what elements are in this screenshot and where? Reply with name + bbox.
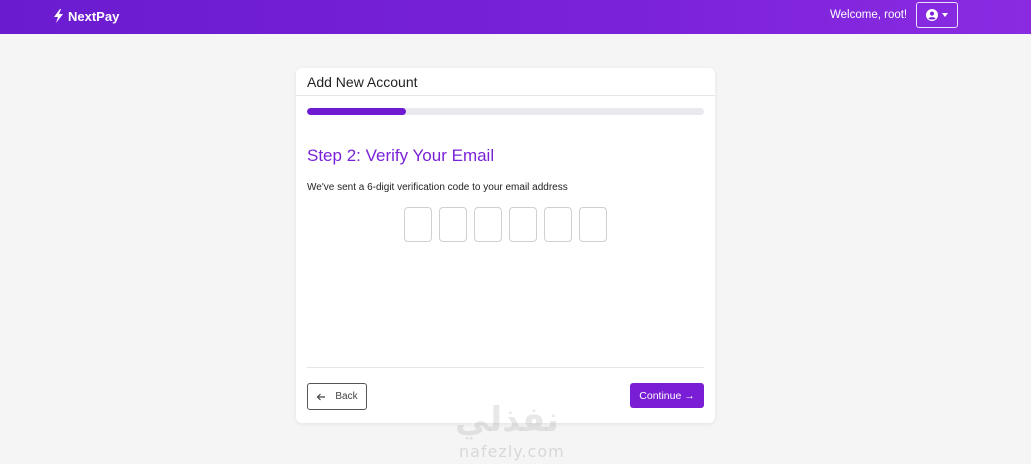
bolt-icon <box>54 9 63 23</box>
welcome-text: Welcome, root! <box>830 9 908 21</box>
code-digit-4[interactable] <box>509 207 537 242</box>
footer-divider <box>307 367 704 368</box>
card-title: Add New Account <box>296 68 715 96</box>
step-description: We've sent a 6-digit verification code t… <box>307 182 568 193</box>
add-account-card: Add New Account Step 2: Verify Your Emai… <box>296 68 715 423</box>
chevron-down-icon <box>942 13 948 17</box>
back-button[interactable]: Back <box>307 383 367 410</box>
brand-name: NextPay <box>68 8 120 24</box>
code-digit-6[interactable] <box>579 207 607 242</box>
user-circle-icon <box>926 9 938 21</box>
watermark-arabic: نفذلي <box>455 400 560 440</box>
continue-button[interactable]: Continue → <box>630 383 704 408</box>
code-digit-2[interactable] <box>439 207 467 242</box>
code-digit-3[interactable] <box>474 207 502 242</box>
top-navbar: NextPay Welcome, root! <box>0 0 1031 34</box>
progress-bar <box>307 108 704 115</box>
back-button-label: Back <box>335 391 358 402</box>
code-digit-5[interactable] <box>544 207 572 242</box>
user-menu-button[interactable] <box>916 2 958 28</box>
code-digit-1[interactable] <box>404 207 432 242</box>
progress-fill <box>307 108 407 115</box>
continue-button-label: Continue → <box>639 389 695 402</box>
arrow-left-icon <box>317 393 326 400</box>
watermark-url: nafezly.com <box>459 442 565 461</box>
verification-code-inputs <box>404 207 607 242</box>
brand-link[interactable]: NextPay <box>53 7 119 25</box>
step-title: Step 2: Verify Your Email <box>307 146 495 165</box>
